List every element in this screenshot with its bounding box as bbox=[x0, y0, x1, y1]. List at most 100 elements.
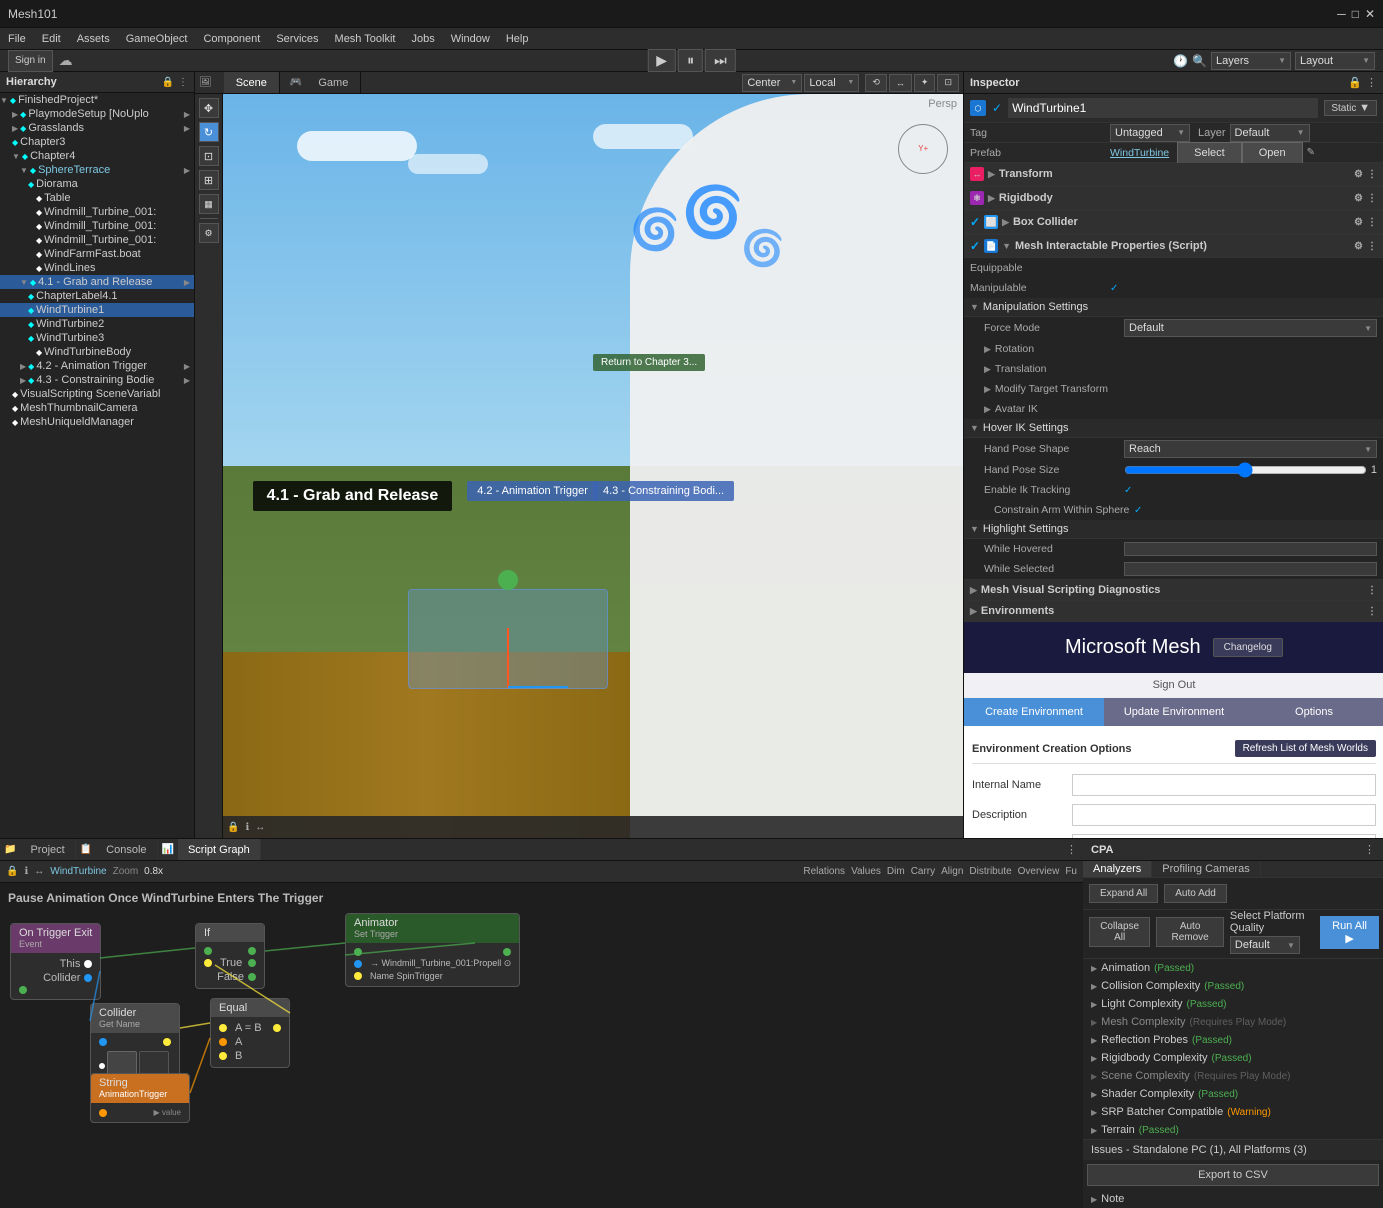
auto-add-btn[interactable]: Auto Add bbox=[1164, 884, 1227, 903]
scale-tool[interactable]: ⊡ bbox=[199, 146, 219, 166]
chapter-btn-42[interactable]: 4.2 - Animation Trigger bbox=[467, 481, 598, 501]
static-dropdown-btn[interactable]: Static ▼ bbox=[1324, 100, 1377, 116]
tab-update-env[interactable]: Update Environment bbox=[1104, 698, 1244, 726]
pause-button[interactable]: ⏸ bbox=[678, 49, 703, 72]
layers-dropdown[interactable]: Layers ▼ bbox=[1211, 52, 1291, 70]
hier-item-meshunique[interactable]: ◆ MeshUniqueldManager bbox=[0, 415, 194, 429]
force-mode-dropdown[interactable]: Default ▼ bbox=[1124, 319, 1377, 337]
lock-icon[interactable]: 🔒 bbox=[162, 77, 174, 88]
cpa-item-animation[interactable]: ▶ Animation (Passed) bbox=[1083, 959, 1383, 977]
hier-item-windturbinebody[interactable]: ◆ WindTurbineBody bbox=[0, 345, 194, 359]
scene-tool-btn3[interactable]: ✦ bbox=[914, 74, 936, 92]
mesh-world-select[interactable]: My Mesh World bbox=[1072, 834, 1376, 838]
sign-out-btn[interactable]: Sign Out bbox=[1153, 679, 1196, 691]
center-dropdown[interactable]: Center ▼ bbox=[742, 74, 802, 92]
object-name-field[interactable] bbox=[1008, 98, 1318, 118]
hier-item-chapter3[interactable]: ◆ Chapter3 bbox=[0, 135, 194, 149]
menu-mesh-toolkit[interactable]: Mesh Toolkit bbox=[327, 28, 404, 50]
cpa-item-scene[interactable]: ▶ Scene Complexity (Requires Play Mode) bbox=[1083, 1067, 1383, 1085]
hier-item-windmill2[interactable]: ◆ Windmill_Turbine_001: bbox=[0, 219, 194, 233]
rotate-tool[interactable]: ↻ bbox=[199, 122, 219, 142]
menu-services[interactable]: Services bbox=[268, 28, 326, 50]
settings-icon[interactable]: ⚙ bbox=[1354, 217, 1363, 228]
edit-icon[interactable]: ✎ bbox=[1307, 147, 1315, 158]
hover-ik-header[interactable]: ▼ Hover IK Settings bbox=[964, 419, 1383, 438]
more-icon[interactable]: ⋮ bbox=[1367, 585, 1377, 596]
enable-ik-check[interactable]: ✓ bbox=[1124, 485, 1132, 496]
transform-header[interactable]: ↔ ▶ Transform ⚙ ⋮ bbox=[964, 163, 1383, 186]
run-all-btn[interactable]: Run All ▶ bbox=[1320, 916, 1379, 949]
script-graph-canvas[interactable]: Pause Animation Once WindTurbine Enters … bbox=[0, 883, 1083, 1208]
more-icon[interactable]: ⋮ bbox=[1367, 193, 1377, 204]
menu-assets[interactable]: Assets bbox=[69, 28, 118, 50]
hand-pose-size-slider[interactable] bbox=[1124, 462, 1367, 478]
boxcollider-header[interactable]: ✓ ⬜ ▶ Box Collider ⚙ ⋮ bbox=[964, 211, 1383, 234]
more-icon[interactable]: ⋮ bbox=[1367, 217, 1377, 228]
hier-item-43-constrain[interactable]: ▶ ◆ 4.3 - Constraining Bodie ▶ bbox=[0, 373, 194, 387]
cpa-item-reflection[interactable]: ▶ Reflection Probes (Passed) bbox=[1083, 1031, 1383, 1049]
cpa-item-collision[interactable]: ▶ Collision Complexity (Passed) bbox=[1083, 977, 1383, 995]
tab-game[interactable]: Game bbox=[306, 72, 361, 93]
tab-analyzers[interactable]: Analyzers bbox=[1083, 861, 1152, 877]
scene-tool-btn1[interactable]: ⟲ bbox=[865, 74, 887, 92]
step-button[interactable]: ⏭ bbox=[705, 49, 736, 72]
highlight-settings-header[interactable]: ▼ Highlight Settings bbox=[964, 520, 1383, 539]
scene-tool-btn4[interactable]: ⊡ bbox=[937, 74, 959, 92]
menu-window[interactable]: Window bbox=[443, 28, 498, 50]
hier-item-windturbine2[interactable]: ◆ WindTurbine2 bbox=[0, 317, 194, 331]
tab-project[interactable]: Project bbox=[20, 839, 75, 860]
environments-header[interactable]: ▶ Environments ⋮ bbox=[964, 601, 1383, 622]
more-icon[interactable]: ⋮ bbox=[1367, 606, 1377, 617]
tag-dropdown[interactable]: Untagged ▼ bbox=[1110, 124, 1190, 142]
maximize-btn[interactable]: □ bbox=[1352, 7, 1359, 21]
note-row[interactable]: ▶ Note bbox=[1083, 1190, 1383, 1208]
settings-icon[interactable]: ⚙ bbox=[1354, 193, 1363, 204]
manipulable-check[interactable]: ✓ bbox=[1110, 283, 1118, 294]
menu-help[interactable]: Help bbox=[498, 28, 537, 50]
local-dropdown[interactable]: Local ▼ bbox=[804, 74, 859, 92]
menu-gameobject[interactable]: GameObject bbox=[118, 28, 196, 50]
hier-item-windlines[interactable]: ◆ WindLines bbox=[0, 261, 194, 275]
lock-icon-inspector[interactable]: 🔒 bbox=[1348, 76, 1362, 89]
prefab-link[interactable]: WindTurbine bbox=[1110, 147, 1169, 159]
tab-create-env[interactable]: Create Environment bbox=[964, 698, 1104, 726]
hier-item-windmill1[interactable]: ◆ Windmill_Turbine_001: bbox=[0, 205, 194, 219]
hier-item-visualscripting[interactable]: ◆ VisualScripting SceneVariabl bbox=[0, 387, 194, 401]
rect-tool[interactable]: ⊞ bbox=[199, 170, 219, 190]
select-btn[interactable]: Select bbox=[1177, 142, 1242, 164]
menu-icon-inspector[interactable]: ⋮ bbox=[1366, 76, 1377, 89]
manip-settings-header[interactable]: ▼ Manipulation Settings bbox=[964, 298, 1383, 317]
hier-item-chapter4[interactable]: ▼ ◆ Chapter4 bbox=[0, 149, 194, 163]
settings-icon[interactable]: ⚙ bbox=[1354, 241, 1363, 252]
check-enabled[interactable]: ✓ bbox=[992, 101, 1002, 115]
layout-dropdown[interactable]: Layout ▼ bbox=[1295, 52, 1375, 70]
description-input[interactable] bbox=[1072, 804, 1376, 826]
hier-item-grasslands[interactable]: ▶ ◆ Grasslands ▶ bbox=[0, 121, 194, 135]
hand-pose-dropdown[interactable]: Reach ▼ bbox=[1124, 440, 1377, 458]
hier-item-windmill3[interactable]: ◆ Windmill_Turbine_001: bbox=[0, 233, 194, 247]
cpa-menu[interactable]: ⋮ bbox=[1364, 843, 1375, 856]
node-if[interactable]: If True False bbox=[195, 923, 265, 989]
return-btn[interactable]: Return to Chapter 3... bbox=[593, 354, 705, 371]
hier-item-windturbine1[interactable]: ◆ WindTurbine1 bbox=[0, 303, 194, 317]
cpa-item-light[interactable]: ▶ Light Complexity (Passed) bbox=[1083, 995, 1383, 1013]
hier-item-diorama[interactable]: ◆ Diorama bbox=[0, 177, 194, 191]
export-csv-btn[interactable]: Export to CSV bbox=[1087, 1164, 1379, 1186]
internal-name-input[interactable] bbox=[1072, 774, 1376, 796]
extra-tool[interactable]: ⚙ bbox=[199, 223, 219, 243]
transform-tool[interactable]: ▦ bbox=[199, 194, 219, 214]
cpa-item-rigidbody[interactable]: ▶ Rigidbody Complexity (Passed) bbox=[1083, 1049, 1383, 1067]
node-animator[interactable]: Animator Set Trigger → Windmill_Turbine_… bbox=[345, 913, 520, 987]
minimize-btn[interactable]: ─ bbox=[1337, 7, 1346, 21]
platform-dropdown[interactable]: Default ▼ bbox=[1230, 936, 1300, 954]
constrain-check[interactable]: ✓ bbox=[1134, 505, 1142, 516]
hier-item-finished[interactable]: ▼ ◆ FinishedProject* bbox=[0, 93, 194, 107]
refresh-list-btn[interactable]: Refresh List of Mesh Worlds bbox=[1235, 740, 1376, 757]
script-panel-menu[interactable]: ⋮ bbox=[1060, 843, 1083, 856]
hier-item-windfarm[interactable]: ◆ WindFarmFast.boat bbox=[0, 247, 194, 261]
hier-item-meshthumbnail[interactable]: ◆ MeshThumbnailCamera bbox=[0, 401, 194, 415]
layer-dropdown[interactable]: Default ▼ bbox=[1230, 124, 1310, 142]
cpa-item-terrain[interactable]: ▶ Terrain (Passed) bbox=[1083, 1121, 1383, 1139]
tab-options[interactable]: Options bbox=[1244, 698, 1383, 726]
rigidbody-header[interactable]: ⚛ ▶ Rigidbody ⚙ ⋮ bbox=[964, 187, 1383, 210]
